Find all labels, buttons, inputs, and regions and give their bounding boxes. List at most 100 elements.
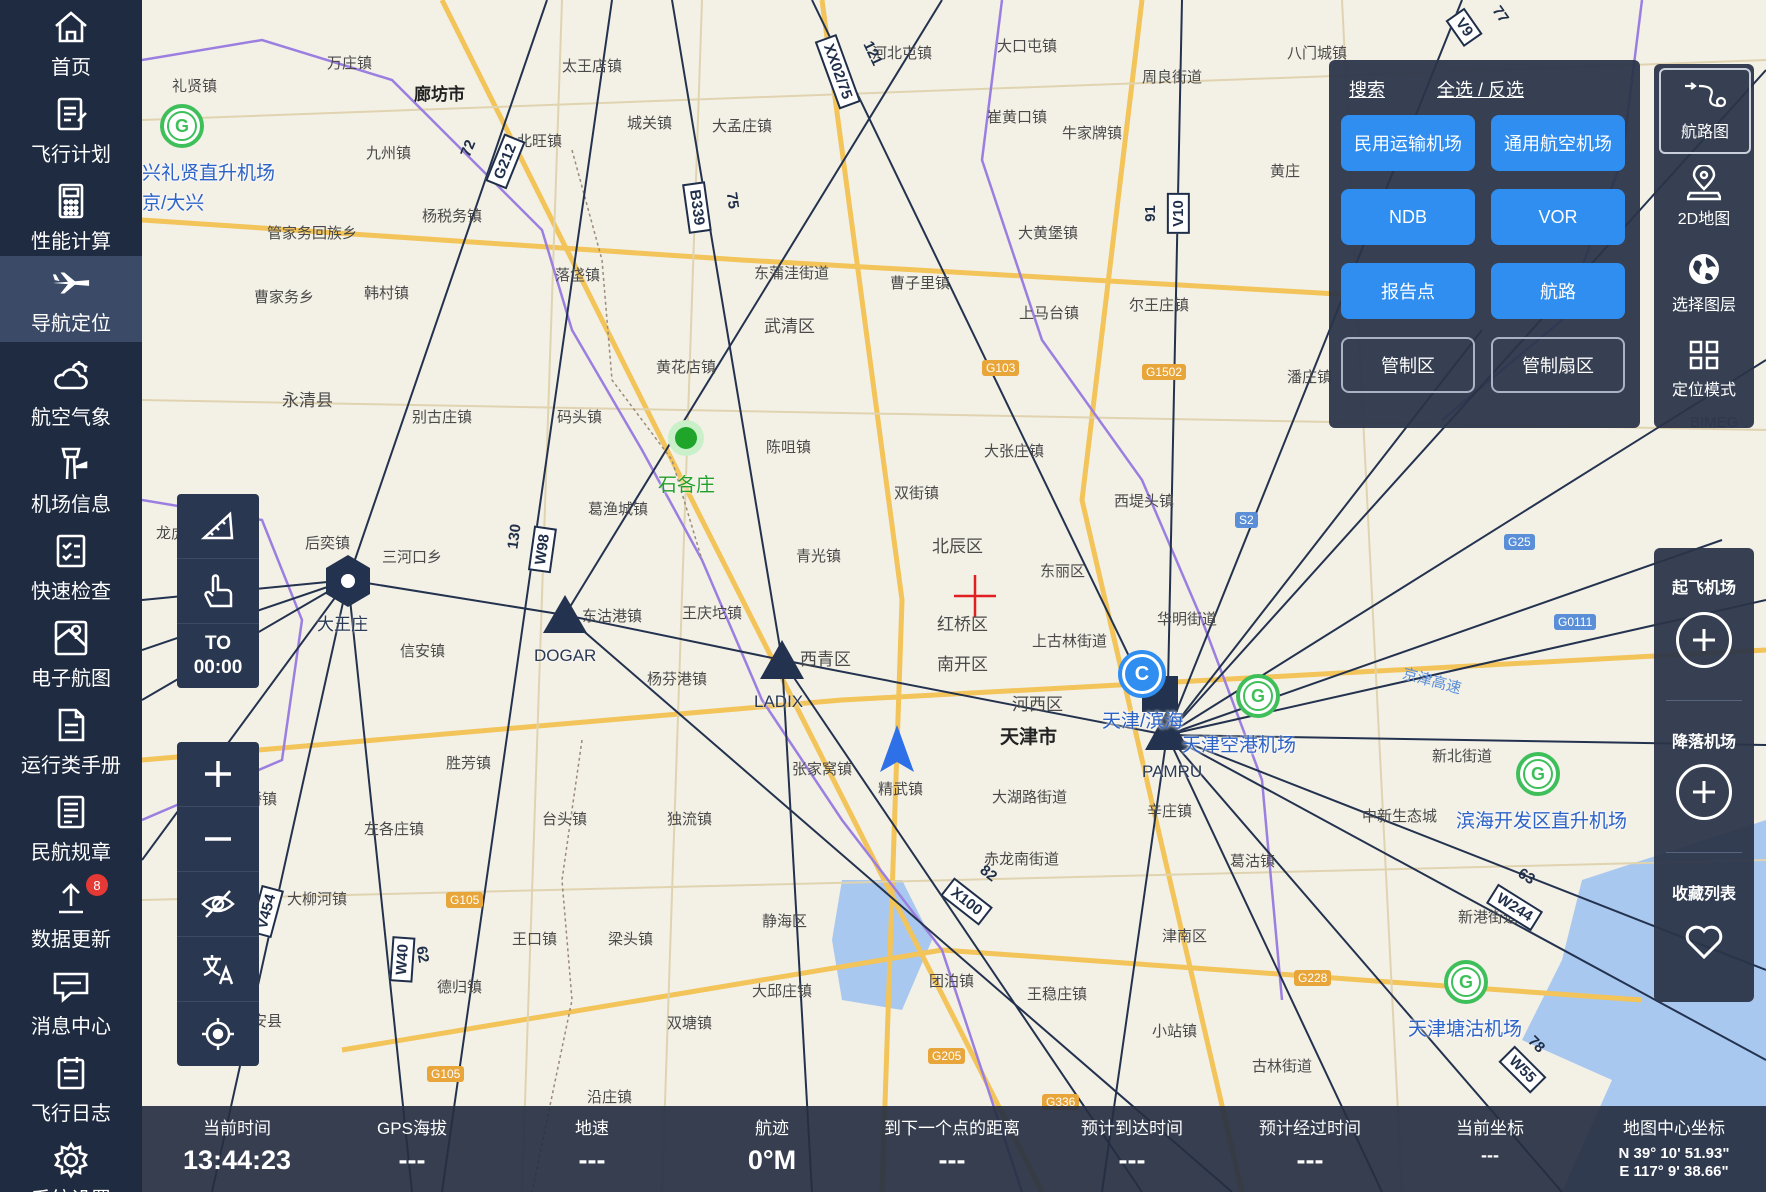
sidebar-item-label: 首页: [51, 56, 91, 79]
sidebar-item-quick-check[interactable]: 快速检查: [0, 524, 142, 610]
general-airport-marker-icon[interactable]: G: [1444, 960, 1488, 1004]
sidebar-item-label: 民航规章: [31, 841, 111, 864]
filter-airway[interactable]: 航路: [1491, 263, 1625, 319]
language-toggle-button[interactable]: [177, 937, 259, 1002]
sidebar-item-weather[interactable]: 航空气象: [0, 350, 142, 436]
place-label: 张家窝镇: [792, 761, 853, 778]
place-label: 曹家务乡: [254, 289, 315, 306]
aircraft-icon: [51, 263, 91, 303]
place-label: 码头镇: [557, 409, 603, 426]
place-label: 崔黄口镇: [987, 109, 1048, 126]
zoom-in-button[interactable]: [177, 742, 259, 807]
minus-icon: [205, 837, 231, 841]
place-label: 武清区: [764, 317, 815, 336]
sidebar-item-performance[interactable]: 性能计算: [0, 174, 142, 260]
favorites-button[interactable]: [1684, 924, 1724, 965]
waypoint-label-pamru: PAMRU: [1142, 762, 1203, 781]
filter-control-sector[interactable]: 管制扇区: [1491, 337, 1625, 393]
sidebar-item-navigation[interactable]: 导航定位: [0, 256, 142, 342]
ruler-tool-button[interactable]: [177, 494, 259, 559]
ruler-icon: [200, 511, 234, 540]
sidebar-item-label: 消息中心: [31, 1015, 111, 1038]
place-label: 北辰区: [932, 537, 983, 556]
globe-icon: [1689, 254, 1719, 284]
add-arrival-airport-button[interactable]: [1676, 764, 1732, 820]
status-value: ---: [938, 1145, 966, 1175]
general-airport-marker-icon[interactable]: G: [1236, 674, 1280, 718]
heliport-marker-icon[interactable]: G: [1516, 752, 1560, 796]
waypoint-label-dogar: DOGAR: [534, 646, 597, 665]
filter-general-aviation-airport[interactable]: 通用航空机场: [1491, 115, 1625, 171]
sidebar-item-e-chart[interactable]: 电子航图: [0, 611, 142, 697]
regulation-icon: [51, 792, 91, 832]
filter-ndb[interactable]: NDB: [1341, 189, 1475, 245]
sidebar-item-label: 导航定位: [31, 312, 111, 335]
sidebar-item-logbook[interactable]: 飞行日志: [0, 1046, 142, 1132]
grid-focus-icon: [1689, 340, 1719, 370]
select-layer-button[interactable]: 选择图层: [1654, 240, 1754, 326]
filter-civil-transport-airport[interactable]: 民用运输机场: [1341, 115, 1475, 171]
translate-icon: [203, 955, 234, 985]
status-label: 地图中心坐标: [1623, 1119, 1725, 1138]
sidebar-item-manuals[interactable]: 运行类手册: [0, 698, 142, 784]
reporting-point-shigezhuang[interactable]: [675, 427, 697, 449]
status-distance-next: 到下一个点的距离 ---: [862, 1106, 1042, 1192]
sidebar-item-data-update[interactable]: 8 数据更新: [0, 872, 142, 958]
place-label: 三河口乡: [382, 549, 443, 566]
route-map-button[interactable]: 航路图: [1659, 68, 1751, 154]
heart-icon: [1685, 925, 1723, 960]
heliport-marker-icon[interactable]: G: [160, 104, 204, 148]
logbook-icon: [51, 1053, 91, 1093]
place-label: 静海区: [762, 913, 808, 930]
sidebar-item-home[interactable]: 首页: [0, 0, 142, 86]
status-value: ---: [1118, 1145, 1146, 1175]
sidebar-item-regulations[interactable]: 民航规章: [0, 785, 142, 871]
add-departure-airport-button[interactable]: [1676, 612, 1732, 668]
airport-label-daxing: 京/大兴: [142, 193, 205, 214]
map-2d-button[interactable]: 2D地图: [1654, 154, 1754, 240]
waypoint-center-dot: [341, 574, 355, 588]
status-value: 13:44:23: [182, 1145, 292, 1175]
map-2d-label: 2D地图: [1677, 211, 1731, 228]
place-label: 德归镇: [437, 979, 483, 996]
place-label: 韩村镇: [364, 285, 410, 302]
search-link[interactable]: 搜索: [1349, 76, 1385, 102]
status-value: ---: [578, 1145, 606, 1175]
calculator-icon: [51, 181, 91, 221]
waypoint-marker-dogar[interactable]: [543, 595, 587, 633]
route-distance-label: 62: [412, 944, 433, 965]
select-all-link[interactable]: 全选 / 反选: [1437, 76, 1524, 102]
checklist-icon: [51, 531, 91, 571]
place-label: 东丽区: [1040, 563, 1086, 580]
sidebar-item-settings[interactable]: 系统设置: [0, 1133, 142, 1192]
status-label: 当前坐标: [1456, 1119, 1524, 1138]
filter-reporting-point[interactable]: 报告点: [1341, 263, 1475, 319]
visibility-toggle-button[interactable]: [177, 872, 259, 937]
locate-mode-button[interactable]: 定位模式: [1654, 326, 1754, 412]
place-label: 河西区: [1012, 695, 1063, 714]
zoom-out-button[interactable]: [177, 807, 259, 872]
sidebar-item-flight-plan[interactable]: 飞行计划: [0, 87, 142, 173]
place-label: 大柳河镇: [287, 891, 348, 908]
sidebar-item-messages[interactable]: 消息中心: [0, 959, 142, 1045]
place-label: 赤龙南街道: [984, 851, 1060, 868]
settings-icon: [51, 1141, 91, 1179]
sidebar-item-airport-info[interactable]: 机场信息: [0, 437, 142, 523]
timer-value: 00:00: [193, 657, 243, 678]
locate-me-button[interactable]: [177, 1002, 259, 1066]
civil-airport-marker-icon[interactable]: C: [1118, 650, 1166, 698]
takeoff-timer-button[interactable]: TO 00:00: [177, 624, 259, 688]
place-label: 沿庄镇: [587, 1089, 633, 1106]
place-label: 胜芳镇: [446, 755, 492, 772]
touch-pan-button[interactable]: [177, 559, 259, 624]
status-track: 航迹 0°M: [682, 1106, 862, 1192]
road-tag: G1502: [1142, 364, 1187, 380]
filter-control-area[interactable]: 管制区: [1341, 337, 1475, 393]
filter-vor[interactable]: VOR: [1491, 189, 1625, 245]
status-current-position: 当前坐标 ---: [1400, 1106, 1580, 1192]
status-label: 地速: [575, 1119, 609, 1138]
place-label: 落垡镇: [555, 267, 601, 284]
place-label: 东沽港镇: [582, 608, 643, 625]
locate-mode-label: 定位模式: [1671, 382, 1736, 399]
route-distance-label: 91: [1141, 205, 1159, 222]
